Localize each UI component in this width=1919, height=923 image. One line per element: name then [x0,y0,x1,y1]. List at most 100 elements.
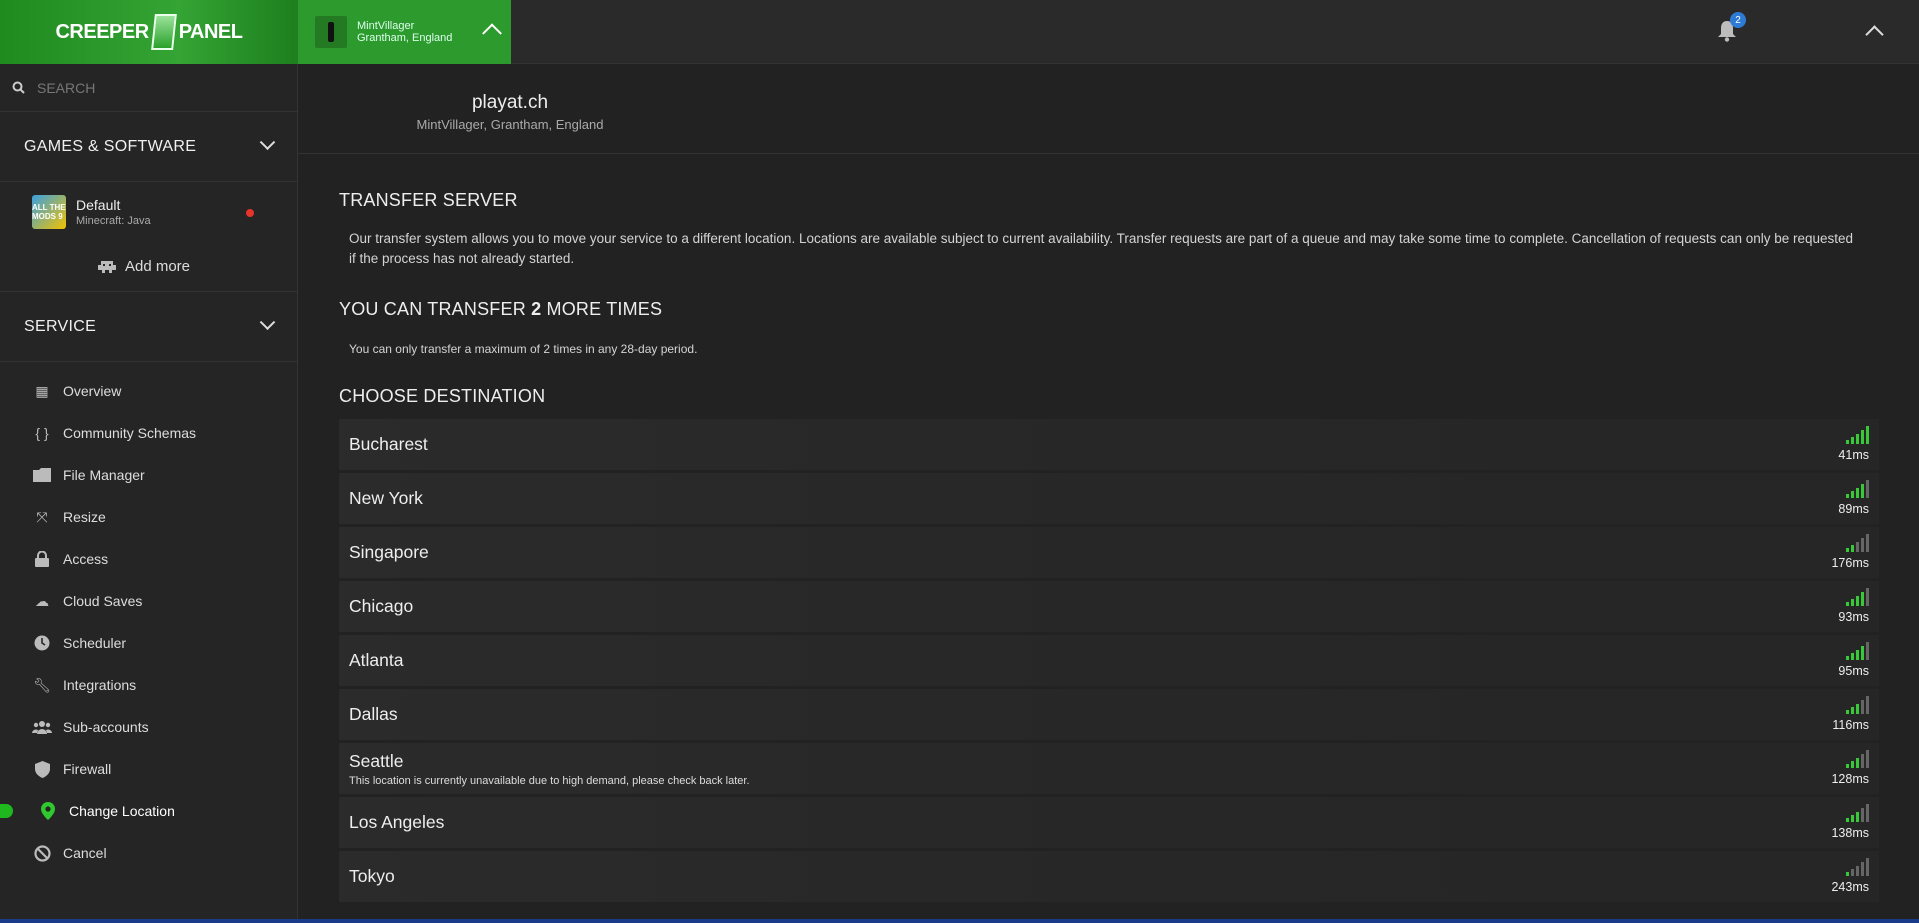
signal-bar [1856,434,1859,444]
signal-bar [1866,750,1869,768]
game-item-default[interactable]: ALL THE MODS 9 Default Minecraft: Java [0,182,297,242]
sidebar-item-firewall[interactable]: Firewall [0,748,297,790]
sidebar-item-scheduler[interactable]: Scheduler [0,622,297,664]
signal-bar [1866,858,1869,876]
signal-bar [1856,488,1859,498]
remaining-prefix: YOU CAN TRANSFER [339,299,532,319]
remaining-count: 2 [531,299,542,319]
server-switcher[interactable]: MintVillager Grantham, England [298,0,511,64]
service-heading: SERVICE [24,317,97,335]
signal-bar [1846,764,1849,768]
resize-icon: ⤧ [36,508,48,525]
space-invader-icon [97,260,116,273]
destination-name: New York [349,488,423,508]
transfer-heading: TRANSFER SERVER [339,190,518,210]
signal-bar [1866,804,1869,822]
signal-bar [1846,818,1849,822]
sidebar-item-overview[interactable]: ▦ Overview [0,370,297,412]
server-subtitle: MintVillager, Grantham, England [416,117,604,132]
game-thumbnail: ALL THE MODS 9 [32,195,66,229]
signal-bar [1851,437,1854,444]
signal-strength-icon [1846,641,1869,660]
signal-bar [1856,758,1859,768]
service-section-header[interactable]: SERVICE [0,292,297,362]
destination-ping: 41ms [1838,448,1869,462]
games-section-header[interactable]: GAMES & SOFTWARE [0,112,297,182]
notification-badge: 2 [1730,12,1746,28]
destination-heading: CHOOSE DESTINATION [339,386,546,406]
creeper-panel-logo[interactable]: CREEPER PANEL [0,0,298,64]
destination-item-atlanta[interactable]: Atlanta 95ms [339,635,1879,686]
destination-ping: 95ms [1838,664,1869,678]
sidebar-item-label: Firewall [63,761,112,777]
sidebar-item-cancel[interactable]: Cancel [0,832,297,874]
lock-icon [32,550,52,568]
signal-strength-icon [1846,695,1869,714]
games-heading: GAMES & SOFTWARE [24,137,197,155]
server-tab-name: MintVillager [357,20,415,32]
sidebar-item-label: Community Schemas [63,425,197,441]
signal-bar [1866,588,1869,606]
destination-item-los-angeles[interactable]: Los Angeles 138ms [339,797,1879,848]
sidebar-item-file-manager[interactable]: File Manager [0,454,297,496]
sidebar-item-sub-accounts[interactable]: Sub-accounts [0,706,297,748]
destination-name: Atlanta [349,650,404,670]
sidebar-item-label: File Manager [63,467,145,483]
signal-strength-icon [1846,857,1869,876]
signal-bar [1866,642,1869,660]
signal-bar [1856,866,1859,876]
shield-icon [32,760,52,778]
signal-bar [1846,872,1849,876]
sidebar-item-label: Integrations [63,677,137,693]
signal-strength-icon [1846,749,1869,768]
map-pin-icon [38,802,58,820]
signal-strength-icon [1846,587,1869,606]
destination-list: Bucharest 41ms New York 89ms Singapore 1… [339,419,1879,902]
destination-item-dallas[interactable]: Dallas 116ms [339,689,1879,740]
main-content: playat.ch MintVillager, Grantham, Englan… [298,64,1919,923]
server-tab-location: Grantham, England [357,32,453,44]
destination-item-chicago[interactable]: Chicago 93ms [339,581,1879,632]
search-input[interactable] [37,79,277,96]
destination-item-tokyo[interactable]: Tokyo 243ms [339,851,1879,902]
sidebar-item-label: Sub-accounts [63,719,149,735]
add-more-label: Add more [124,258,191,275]
signal-bar [1851,869,1854,876]
signal-bar [1851,707,1854,714]
sidebar-item-label: Cancel [63,845,107,861]
signal-bar [1861,754,1864,768]
destination-name: Bucharest [349,434,428,454]
destination-item-bucharest[interactable]: Bucharest 41ms [339,419,1879,470]
sidebar-item-integrations[interactable]: 🔧︎ Integrations [0,664,297,706]
destination-name: Tokyo [349,866,395,886]
logo-text: CREEPER PANEL [55,14,243,50]
signal-bar [1866,534,1869,552]
destination-item-seattle[interactable]: Seattle This location is currently unava… [339,743,1879,794]
destination-ping: 93ms [1838,610,1869,624]
signal-bar [1846,440,1849,444]
logo-left: CREEPER [55,20,149,43]
clock-icon [32,634,52,652]
top-bar: CREEPER PANEL MintVillager Grantham, Eng… [0,0,1919,64]
chevron-down-icon[interactable] [259,134,276,151]
chevron-up-icon[interactable] [482,23,502,44]
signal-bar [1846,656,1849,660]
sidebar-item-access[interactable]: Access [0,538,297,580]
sidebar-item-community-schemas[interactable]: { } Community Schemas [0,412,297,454]
unavailable-notice: This location is currently unavailable d… [349,774,750,787]
sidebar-item-cloud-saves[interactable]: ☁ Cloud Saves [0,580,297,622]
signal-bar [1861,808,1864,822]
folder-icon [32,466,52,484]
sidebar-item-resize[interactable]: ⤧ Resize [0,496,297,538]
destination-item-singapore[interactable]: Singapore 176ms [339,527,1879,578]
chevron-down-icon[interactable] [259,314,276,331]
add-more-button[interactable]: Add more [0,242,297,292]
chevron-up-icon[interactable] [1865,25,1884,44]
signal-bar [1861,700,1864,714]
signal-bar [1856,542,1859,552]
server-avatar-icon [315,16,347,48]
destination-item-new-york[interactable]: New York 89ms [339,473,1879,524]
signal-bar [1851,491,1854,498]
signal-bar [1846,710,1849,714]
sidebar-item-change-location[interactable]: Change Location [0,790,297,832]
